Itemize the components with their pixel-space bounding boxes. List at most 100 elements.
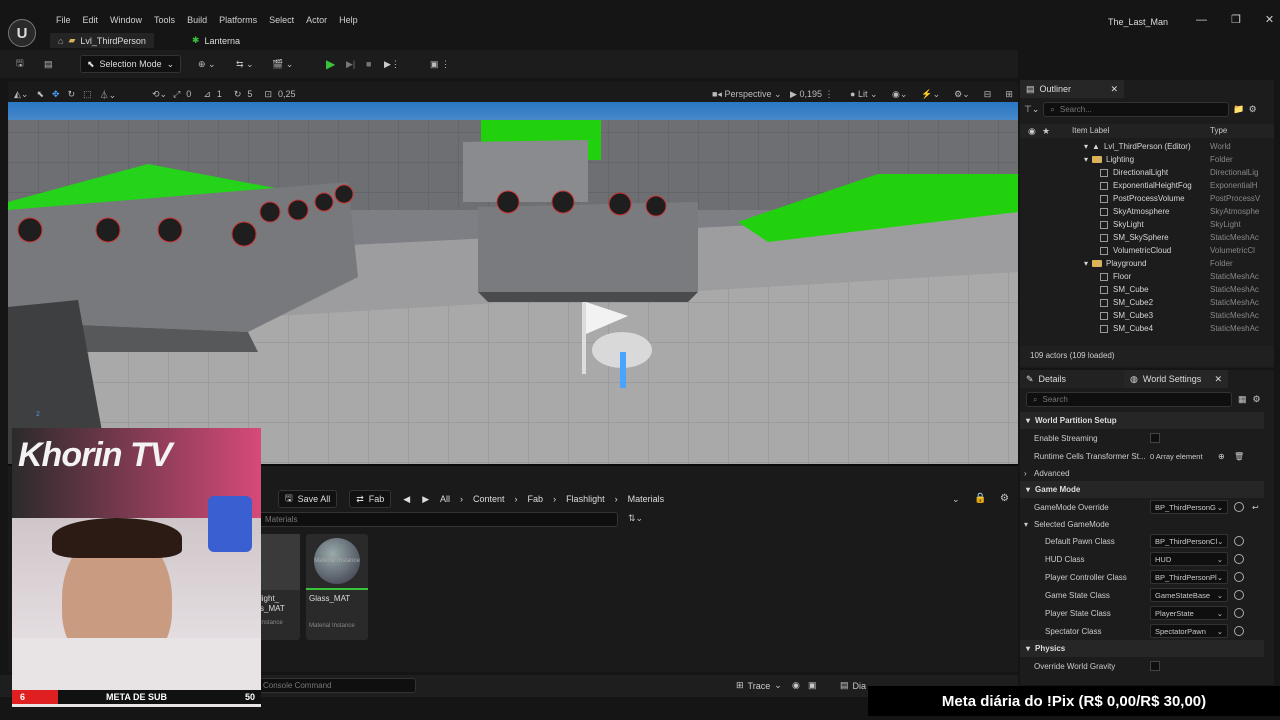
override-gravity-checkbox[interactable]: [1150, 661, 1160, 671]
browse-icon[interactable]: [1234, 590, 1244, 600]
list-item[interactable]: SM_SkySphere StaticMeshAc: [1020, 231, 1268, 244]
menu-help[interactable]: Help: [333, 15, 364, 25]
star-icon[interactable]: ★: [1042, 126, 1050, 137]
section-game-mode[interactable]: ▾ Game Mode: [1020, 481, 1264, 498]
list-item[interactable]: Floor StaticMeshAc: [1020, 270, 1268, 283]
player-state-dropdown[interactable]: PlayerState ⌄: [1150, 606, 1228, 620]
hud-class-dropdown[interactable]: HUD ⌄: [1150, 552, 1228, 566]
outliner-search-input[interactable]: ⌕ Search...: [1043, 102, 1230, 117]
list-item[interactable]: SM_Cube4 StaticMeshAc: [1020, 322, 1268, 335]
list-item[interactable]: SM_Cube2 StaticMeshAc: [1020, 296, 1268, 309]
default-pawn-dropdown[interactable]: BP_ThirdPersonCl ⌄: [1150, 534, 1228, 548]
content-icon[interactable]: ▤: [44, 55, 53, 73]
breadcrumb-fab[interactable]: Fab: [528, 494, 544, 504]
record-icon[interactable]: ◉: [792, 680, 800, 691]
stop-icon[interactable]: ■: [366, 55, 371, 73]
close-icon[interactable]: ✕: [1265, 13, 1274, 26]
rotate-icon[interactable]: ↻: [68, 89, 76, 100]
list-item[interactable]: PostProcessVolume PostProcessV: [1020, 192, 1268, 205]
save-icon[interactable]: 🖫: [16, 55, 24, 73]
filter-icon[interactable]: ⇅⌄: [628, 513, 643, 524]
breadcrumb-all[interactable]: All: [440, 494, 450, 504]
launch-icon[interactable]: ▶⋮: [384, 55, 400, 73]
menu-build[interactable]: Build: [181, 15, 213, 25]
list-item[interactable]: ▾ Playground Folder: [1020, 257, 1268, 270]
platforms-icon[interactable]: ▣ ⋮: [430, 55, 450, 73]
perspective-dropdown[interactable]: ■◂ Perspective ⌄: [712, 85, 782, 103]
columns-icon[interactable]: ▦: [1238, 394, 1247, 405]
selected-gamemode-row[interactable]: ▾ Selected GameMode: [1020, 516, 1264, 532]
tab-level[interactable]: ⌂ ▰ Lvl_ThirdPerson: [50, 33, 154, 48]
breadcrumb-content[interactable]: Content: [473, 494, 505, 504]
cinematics-button[interactable]: 🎬 ⌄: [272, 55, 293, 73]
scale-icon[interactable]: ⬚: [83, 89, 92, 100]
angle-snap-value[interactable]: 1: [217, 89, 222, 99]
menu-select[interactable]: Select: [263, 15, 300, 25]
asset-tile[interactable]: light_ s_MAT Instance: [258, 534, 300, 640]
grid-snap-value[interactable]: 0: [186, 89, 191, 99]
scale-snap-icon[interactable]: ⊡: [264, 89, 272, 100]
section-physics[interactable]: ▾ Physics: [1020, 640, 1264, 657]
angle-snap-icon[interactable]: ⊿: [203, 89, 211, 100]
scale-snap-value[interactable]: 0,25: [278, 89, 296, 99]
list-item[interactable]: SkyLight SkyLight: [1020, 218, 1268, 231]
lock-icon[interactable]: 🔒: [974, 493, 986, 504]
asset-tile-glass[interactable]: Material Instance Glass_MAT Material Ins…: [306, 534, 368, 640]
back-icon[interactable]: ◀: [403, 494, 410, 505]
menu-icon[interactable]: ◭⌄: [14, 89, 28, 100]
column-type[interactable]: Type: [1210, 126, 1227, 135]
select-icon[interactable]: ⬉: [36, 89, 44, 100]
screenshot-icon[interactable]: ▣: [808, 680, 817, 691]
lit-dropdown[interactable]: ● Lit ⌄: [850, 85, 878, 103]
minimize-icon[interactable]: —: [1196, 14, 1207, 26]
close-icon[interactable]: ✕: [1214, 374, 1222, 385]
visibility-icon[interactable]: ◉: [1028, 126, 1036, 137]
menu-platforms[interactable]: Platforms: [213, 15, 263, 25]
selection-mode-dropdown[interactable]: ⬉ Selection Mode ⌄: [80, 55, 182, 73]
list-item[interactable]: ExponentialHeightFog ExponentialH: [1020, 179, 1268, 192]
menu-file[interactable]: File: [50, 15, 77, 25]
section-world-partition[interactable]: ▾ World Partition Setup: [1020, 412, 1264, 429]
list-item[interactable]: ▾ ▲ Lvl_ThirdPerson (Editor) World: [1020, 140, 1268, 153]
menu-tools[interactable]: Tools: [148, 15, 181, 25]
filter-icon[interactable]: ⊤⌄: [1024, 104, 1039, 115]
trash-icon[interactable]: 🗑: [1234, 452, 1244, 461]
show-icon[interactable]: ◉⌄: [892, 89, 907, 100]
realtime-icon[interactable]: ⚡⌄: [921, 89, 940, 100]
settings-icon[interactable]: ⚙: [1253, 394, 1261, 405]
content-search-input[interactable]: Materials: [258, 512, 618, 527]
rotation-snap-icon[interactable]: ↻: [234, 89, 242, 100]
add-icon[interactable]: ⊕: [1218, 452, 1225, 461]
move-icon[interactable]: ✥: [52, 89, 60, 100]
browse-icon[interactable]: [1234, 502, 1244, 512]
fab-button[interactable]: ⇄ Fab: [349, 490, 392, 508]
grid-layout-icon[interactable]: ⊞: [1005, 89, 1013, 100]
details-search-input[interactable]: ⌕ Search: [1026, 392, 1232, 407]
browse-icon[interactable]: [1234, 626, 1244, 636]
tab-lanterna[interactable]: ✱ Lanterna: [184, 33, 248, 48]
rotation-snap-value[interactable]: 5: [247, 89, 252, 99]
save-all-button[interactable]: 🖫 Save All: [278, 490, 338, 508]
trace-dropdown[interactable]: ⊞ Trace ⌄: [736, 680, 782, 691]
unreal-logo-icon[interactable]: U: [8, 19, 36, 47]
add-folder-icon[interactable]: 📁: [1233, 104, 1244, 115]
settings-icon[interactable]: ⚙⌄: [954, 89, 970, 100]
game-mode-override-dropdown[interactable]: BP_ThirdPersonG ⌄: [1150, 500, 1228, 514]
settings-icon[interactable]: ⚙: [1000, 493, 1009, 504]
camera-speed[interactable]: ▶ 0,195 ⋮: [790, 85, 833, 103]
chevron-down-icon[interactable]: ⌄: [952, 494, 960, 505]
spectator-dropdown[interactable]: SpectatorPawn ⌄: [1150, 624, 1228, 638]
browse-icon[interactable]: [1234, 554, 1244, 564]
browse-icon[interactable]: [1234, 536, 1244, 546]
add-actor-button[interactable]: ⊕ ⌄: [198, 55, 216, 73]
maximize-icon[interactable]: ❐: [1231, 13, 1241, 26]
surface-snap-icon[interactable]: ⏃⌄: [100, 88, 117, 101]
enable-streaming-checkbox[interactable]: [1150, 433, 1160, 443]
advanced-row[interactable]: › Advanced: [1020, 465, 1264, 481]
layout-icon[interactable]: ⊟: [984, 89, 992, 100]
player-controller-dropdown[interactable]: BP_ThirdPersonPl ⌄: [1150, 570, 1228, 584]
tab-details[interactable]: ✎ Details: [1020, 370, 1124, 388]
console-input[interactable]: Console Command: [256, 678, 416, 693]
step-icon[interactable]: ▶|: [346, 55, 355, 73]
menu-edit[interactable]: Edit: [77, 15, 105, 25]
